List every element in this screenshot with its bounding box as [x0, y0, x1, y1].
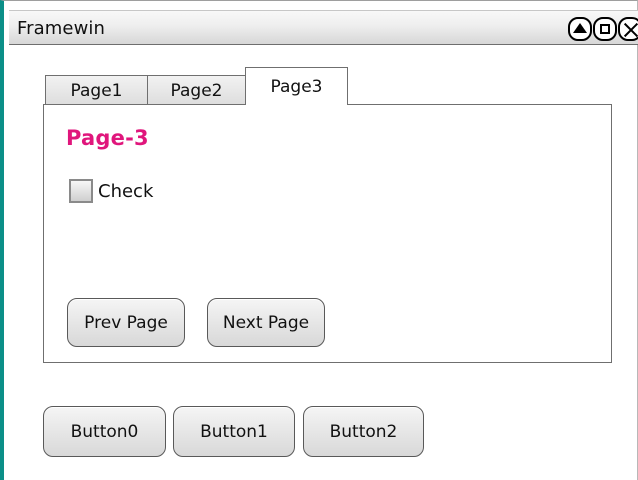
button1[interactable]: Button1 [173, 406, 295, 457]
tab-strip: Page1 Page2 Page3 [45, 67, 348, 105]
tab-page1[interactable]: Page1 [45, 75, 148, 105]
next-page-button[interactable]: Next Page [207, 298, 325, 347]
check-box[interactable] [69, 179, 93, 203]
button0[interactable]: Button0 [43, 406, 166, 457]
page3-panel: Page-3 Check Prev Page Next Page [43, 104, 612, 363]
check-label: Check [98, 180, 154, 202]
window-title: Framewin [17, 18, 106, 39]
window-title-buttons [568, 15, 638, 42]
close-button[interactable] [618, 16, 638, 41]
maximize-button[interactable] [593, 16, 617, 41]
tab-page3[interactable]: Page3 [245, 67, 348, 105]
check-control[interactable]: Check [69, 179, 153, 203]
minimize-button[interactable] [568, 16, 592, 41]
page-heading: Page-3 [66, 126, 149, 150]
maximize-icon [600, 23, 610, 34]
window-titlebar: Framewin [9, 10, 638, 45]
triangle-up-icon [573, 22, 587, 33]
button2[interactable]: Button2 [303, 406, 424, 457]
framewin-window: Framewin Page1 Page2 Page3 Page-3 Check … [0, 0, 638, 480]
prev-page-button[interactable]: Prev Page [67, 298, 185, 347]
tab-page2[interactable]: Page2 [147, 75, 246, 105]
